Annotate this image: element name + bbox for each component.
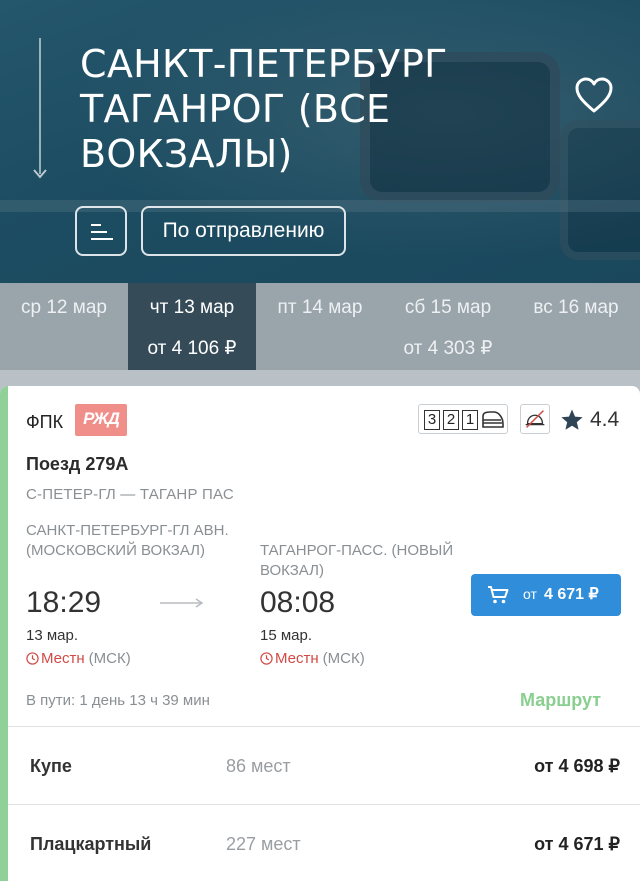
sort-lines-icon: [91, 224, 101, 226]
rzd-logo-text: РЖД: [83, 409, 120, 428]
class-number: 3: [424, 410, 440, 430]
date-tab-day: сб 15 мар: [404, 297, 492, 318]
date-tab-day: чт 13 мар: [149, 297, 235, 318]
carrier-name: ФПК: [26, 412, 64, 432]
seat-class-count: 86 мест: [226, 756, 291, 776]
train-icon: [482, 411, 504, 428]
train-route: С-ПЕТЕР-ГЛ — ТАГАНР ПАС: [26, 486, 234, 503]
route-header: САНКТ-ПЕТЕРБУРГ ТАГАНРОГ (ВСЕ ВОКЗАЛЫ) П…: [0, 0, 640, 283]
msk-time-label: (МСК): [322, 650, 365, 667]
seat-class-price: от 4 698 ₽: [534, 756, 620, 776]
arrow-down-icon: [33, 169, 47, 179]
clock-icon: [260, 652, 273, 665]
msk-time-label: (МСК): [88, 650, 131, 667]
departure-station: САНКТ-ПЕТЕРБУРГ-ГЛ АВН. (МОСКОВСКИЙ ВОКЗ…: [26, 522, 229, 559]
seat-class-price: от 4 671 ₽: [534, 834, 620, 854]
travel-duration: В пути: 1 день 13 ч 39 мин: [26, 692, 210, 709]
route-title-line: ВОКЗАЛЫ): [80, 132, 293, 176]
route-title: САНКТ-ПЕТЕРБУРГ ТАГАНРОГ (ВСЕ ВОКЗАЛЫ): [80, 42, 550, 177]
date-tab-day: пт 14 мар: [277, 297, 363, 318]
arrival-date: 15 мар.: [260, 627, 313, 644]
date-tab[interactable]: сб 15 мар от 4 303 ₽: [384, 283, 512, 370]
heart-outline-icon[interactable]: [574, 76, 614, 114]
date-tab[interactable]: пт 14 мар: [256, 283, 384, 370]
date-tab-price: от 4 303 ₽: [403, 338, 493, 359]
arrival-timezone: Местн (МСК): [260, 650, 365, 667]
seat-class-count: 227 мест: [226, 834, 301, 854]
service-classes-badge: 3 2 1: [418, 404, 508, 434]
buy-price-prefix: от: [523, 586, 537, 602]
class-number: 2: [443, 410, 459, 430]
arrow-right-icon: [160, 598, 204, 608]
arrival-station: ТАГАНРОГ-ПАСС. (НОВЫЙ ВОКЗАЛ): [260, 542, 454, 579]
buy-price-amount: 4 671 ₽: [544, 586, 599, 603]
background-train-window: [560, 120, 640, 260]
sort-order-button[interactable]: [75, 206, 127, 256]
route-title-line: ТАГАНРОГ (ВСЕ: [80, 87, 391, 131]
date-selector: ср 12 мар чт 13 мар от 4 106 ₽ пт 14 мар…: [0, 283, 640, 370]
train-number: Поезд 279А: [26, 454, 129, 474]
arrival-time: 08:08: [260, 586, 336, 619]
departure-time: 18:29: [26, 586, 102, 619]
date-tab-price: от 4 106 ₽: [147, 338, 237, 359]
seat-class-row[interactable]: Купе 86 мест от 4 698 ₽: [8, 728, 640, 804]
scroll-indicator-line: [39, 38, 41, 174]
no-food-icon: [525, 410, 545, 428]
departure-date: 13 мар.: [26, 627, 79, 644]
local-time-label: Местн: [41, 650, 85, 667]
seat-class-type: Плацкартный: [30, 834, 152, 854]
divider: [8, 804, 640, 805]
date-tab[interactable]: ср 12 мар: [0, 283, 128, 370]
no-food-badge: [520, 404, 550, 434]
rating-value: 4.4: [590, 408, 620, 431]
date-tab-day: ср 12 мар: [21, 297, 107, 318]
cart-icon: [488, 586, 509, 604]
departure-timezone: Местн (МСК): [26, 650, 131, 667]
seat-class-row[interactable]: Плацкартный 227 мест от 4 671 ₽: [8, 806, 640, 881]
sort-lines-icon: [91, 231, 107, 233]
route-title-line: САНКТ-ПЕТЕРБУРГ: [80, 42, 448, 86]
rzd-logo: РЖД: [75, 404, 127, 436]
date-tab-day: вс 16 мар: [533, 297, 619, 318]
class-number: 1: [462, 410, 478, 430]
seat-class-type: Купе: [30, 756, 72, 776]
sort-by-departure-button[interactable]: По отправлению: [141, 206, 346, 256]
date-tab[interactable]: вс 16 мар: [512, 283, 640, 370]
clock-icon: [26, 652, 39, 665]
route-link[interactable]: Маршрут: [520, 690, 601, 711]
buy-ticket-button[interactable]: от 4 671 ₽: [471, 574, 621, 616]
local-time-label: Местн: [275, 650, 319, 667]
sort-lines-icon: [91, 238, 113, 240]
train-card[interactable]: ФПК РЖД 3 2 1 4.4 Поезд 279А С-ПЕТЕР-ГЛ …: [0, 386, 640, 881]
train-rating: 4.4: [560, 406, 619, 434]
star-icon: [561, 409, 583, 430]
date-tab-selected[interactable]: чт 13 мар от 4 106 ₽: [128, 283, 256, 370]
divider: [8, 726, 640, 727]
card-accent-bar: [0, 386, 8, 881]
